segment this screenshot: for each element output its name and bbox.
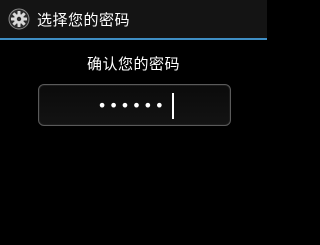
password-dots: •••••• [97,96,166,115]
title-bar: 选择您的密码 [0,0,267,38]
confirm-password-label: 确认您的密码 [86,55,180,73]
text-caret [172,93,174,119]
gear-icon [7,7,31,31]
screen: 选择您的密码 确认您的密码 •••••• [0,0,267,245]
page-title: 选择您的密码 [37,10,131,29]
password-input[interactable]: •••••• [38,84,231,126]
title-divider [0,38,267,40]
